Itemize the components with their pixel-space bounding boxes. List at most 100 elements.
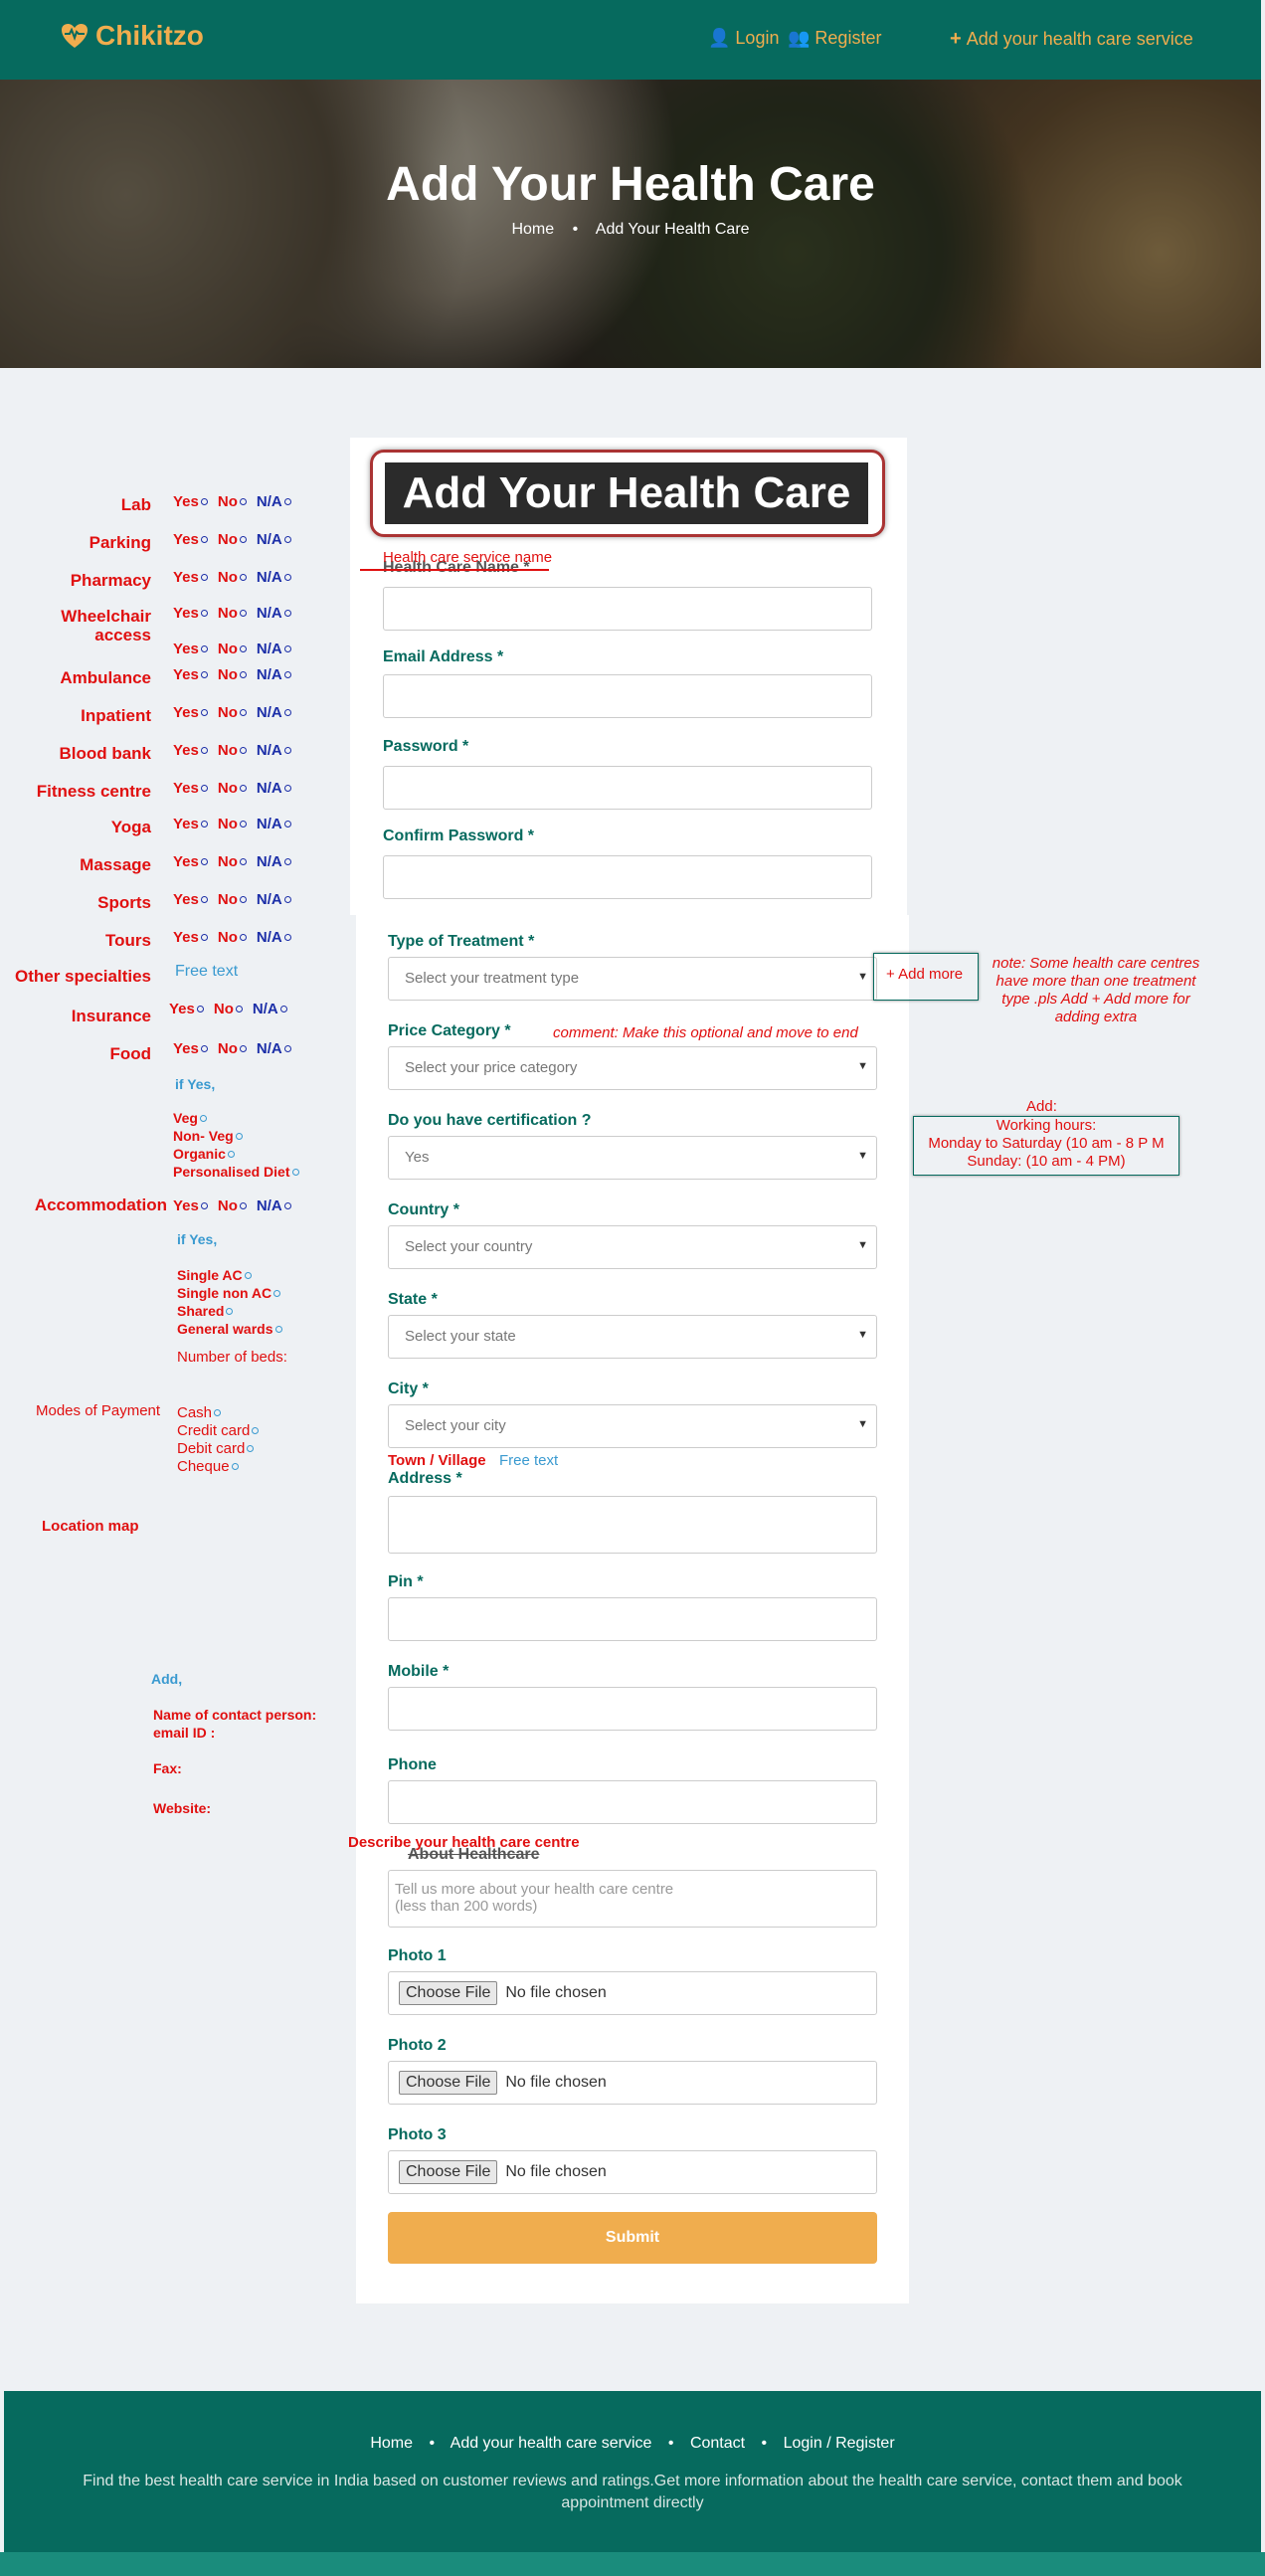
- footer-home-link[interactable]: Home: [370, 2435, 413, 2452]
- country-label: Country *: [388, 1201, 459, 1218]
- feature-options-10[interactable]: Yes No N/A: [173, 891, 295, 908]
- food-organic[interactable]: Organic: [173, 1146, 239, 1162]
- choose-file-button[interactable]: Choose File: [399, 2160, 498, 2184]
- add-more-box[interactable]: + Add more: [873, 953, 979, 1001]
- login-link[interactable]: 👤 Login: [708, 28, 779, 49]
- heart-pulse-icon: [62, 24, 88, 48]
- food-non-veg[interactable]: Non- Veg: [173, 1128, 247, 1144]
- pin-input[interactable]: [388, 1597, 877, 1641]
- feature-options-8[interactable]: Yes No N/A: [173, 816, 295, 832]
- choose-file-button[interactable]: Choose File: [399, 1981, 498, 2005]
- photo1-file-input[interactable]: Choose File No file chosen: [388, 1971, 877, 2015]
- country-placeholder: Select your country: [405, 1238, 533, 1255]
- caret-down-icon: ▼: [857, 1329, 868, 1341]
- insurance-options[interactable]: Yes No N/A: [169, 1001, 291, 1017]
- address-textarea[interactable]: [388, 1496, 877, 1554]
- breadcrumb: Home • Add Your Health Care: [511, 221, 750, 238]
- feature-label-0: Lab: [120, 495, 151, 514]
- feature-options-7[interactable]: Yes No N/A: [173, 780, 295, 797]
- feature-options-2[interactable]: Yes No N/A: [173, 569, 295, 586]
- feature-options-3[interactable]: Yes No N/A: [173, 605, 295, 622]
- city-select[interactable]: Select your city ▼: [388, 1404, 877, 1448]
- add-service-label: Add your health care service: [966, 29, 1193, 49]
- footer-login-register-link[interactable]: Login / Register: [784, 2435, 895, 2452]
- mobile-input[interactable]: [388, 1687, 877, 1731]
- health-care-name-input[interactable]: [383, 587, 872, 631]
- other-specialties-free-text: Free text: [175, 963, 239, 980]
- confirm-password-label: Confirm Password *: [383, 828, 535, 844]
- feature-options-5[interactable]: Yes No N/A: [173, 704, 295, 721]
- fax-label: Fax:: [153, 1760, 182, 1776]
- plus-icon: +: [950, 28, 962, 50]
- number-of-beds: Number of beds:: [177, 1349, 287, 1366]
- footer-description: Find the best health care service in Ind…: [83, 2473, 1182, 2511]
- footer-add-service-link[interactable]: Add your health care service: [451, 2435, 652, 2452]
- price-placeholder: Select your price category: [405, 1059, 578, 1076]
- feature-options-3-b[interactable]: Yes No N/A: [173, 641, 295, 657]
- photo2-file-input[interactable]: Choose File No file chosen: [388, 2061, 877, 2105]
- price-select[interactable]: Select your price category ▼: [388, 1046, 877, 1090]
- photo1-label: Photo 1: [388, 1947, 447, 1964]
- treatment-placeholder: Select your treatment type: [405, 970, 580, 987]
- state-select[interactable]: Select your state ▼: [388, 1315, 877, 1359]
- password-input[interactable]: [383, 766, 872, 810]
- register-link[interactable]: 👥 Register: [788, 28, 881, 49]
- photo3-file-input[interactable]: Choose File No file chosen: [388, 2150, 877, 2194]
- feature-options-11[interactable]: Yes No N/A: [173, 929, 295, 946]
- accommodation-options[interactable]: Yes No N/A: [173, 1197, 295, 1214]
- email-label: Email Address *: [383, 648, 504, 665]
- choose-file-button[interactable]: Choose File: [399, 2071, 498, 2095]
- feature-options-9[interactable]: Yes No N/A: [173, 853, 295, 870]
- website-label: Website:: [153, 1800, 212, 1816]
- phone-input[interactable]: [388, 1780, 877, 1824]
- about-textarea[interactable]: Tell us more about your health care cent…: [388, 1870, 877, 1928]
- breadcrumb-home[interactable]: Home: [511, 221, 554, 238]
- caret-down-icon: ▼: [857, 1060, 868, 1072]
- contact-add-note: Add,: [151, 1671, 183, 1687]
- feature-label-7: Fitness centre: [36, 782, 151, 801]
- feature-label-1: Parking: [89, 533, 151, 552]
- state-placeholder: Select your state: [405, 1328, 516, 1345]
- town-free-text: Free text: [499, 1452, 559, 1469]
- footer-contact-link[interactable]: Contact: [690, 2435, 745, 2452]
- no-file-text: No file chosen: [505, 1984, 607, 2001]
- payment-options[interactable]: Cash Credit card Debit card Cheque: [177, 1404, 263, 1476]
- certification-value: Yes: [405, 1149, 430, 1166]
- email-input[interactable]: [383, 674, 872, 718]
- insurance-label: Insurance: [71, 1007, 151, 1025]
- feature-options-1[interactable]: Yes No N/A: [173, 531, 295, 548]
- feature-options-4[interactable]: Yes No N/A: [173, 666, 295, 683]
- feature-label-6: Blood bank: [59, 744, 151, 763]
- email-id-label: email ID :: [153, 1725, 216, 1741]
- about-placeholder-1: Tell us more about your health care cent…: [395, 1881, 674, 1898]
- accom-single-non-ac[interactable]: Single non AC: [177, 1285, 284, 1301]
- certification-select[interactable]: Yes ▼: [388, 1136, 877, 1180]
- food-personalised-diet[interactable]: Personalised Diet: [173, 1164, 303, 1180]
- no-file-text: No file chosen: [505, 2074, 607, 2091]
- city-placeholder: Select your city: [405, 1417, 506, 1434]
- hours-title: Working hours:: [995, 1117, 1097, 1134]
- feature-options-0[interactable]: Yes No N/A: [173, 493, 295, 510]
- food-options[interactable]: Yes No N/A: [173, 1040, 295, 1057]
- phone-label: Phone: [388, 1756, 437, 1773]
- caret-down-icon: ▼: [857, 1239, 868, 1251]
- country-select[interactable]: Select your country ▼: [388, 1225, 877, 1269]
- about-placeholder-2: (less than 200 words): [395, 1898, 538, 1915]
- city-label: City *: [388, 1380, 429, 1397]
- treatment-select[interactable]: Select your treatment type ▼: [388, 957, 877, 1001]
- working-hours-box: Working hours: Monday to Saturday (10 am…: [913, 1116, 1179, 1176]
- about-annotation: Describe your health care centre: [348, 1834, 580, 1851]
- feature-label-2: Pharmacy: [70, 571, 151, 590]
- accom-general-wards[interactable]: General wards: [177, 1321, 286, 1337]
- add-service-link[interactable]: + Add your health care service: [950, 28, 1193, 51]
- brand-logo[interactable]: Chikitzo: [60, 20, 204, 52]
- feature-options-6[interactable]: Yes No N/A: [173, 742, 295, 759]
- confirm-password-input[interactable]: [383, 855, 872, 899]
- food-veg[interactable]: Veg: [173, 1110, 211, 1126]
- submit-button[interactable]: Submit: [388, 2212, 877, 2264]
- photo2-label: Photo 2: [388, 2037, 447, 2054]
- user-plus-icon: 👥: [788, 28, 811, 48]
- accom-shared[interactable]: Shared: [177, 1303, 237, 1319]
- name-annotation: Health care service name: [383, 549, 553, 566]
- accom-single-ac[interactable]: Single AC: [177, 1267, 256, 1283]
